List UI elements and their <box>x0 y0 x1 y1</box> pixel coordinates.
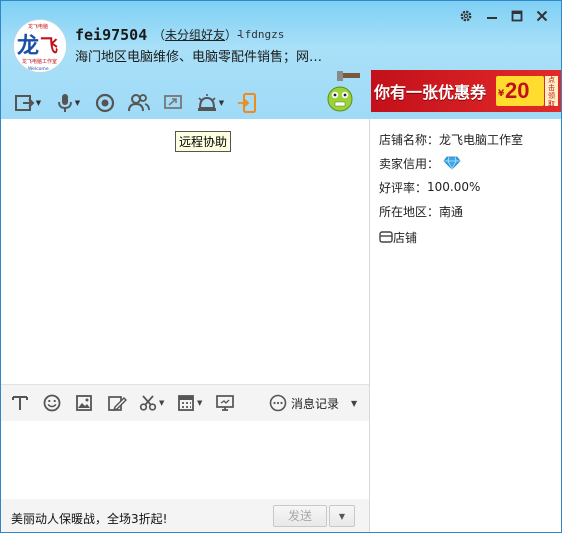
region-value: 南通 <box>439 204 464 219</box>
calculator-button[interactable]: ▼ <box>177 393 202 413</box>
avatar-second-char: 飞 <box>40 36 58 57</box>
seller-credit-row: 卖家信用： <box>379 151 559 175</box>
shop-link[interactable]: 店铺 <box>379 225 559 249</box>
avatar-caption: 龙飞电脑工作室 <box>22 58 57 65</box>
avatar-logo-icon: 龙飞电脑 龙 飞 龙飞电脑工作室 Welcome <box>14 20 66 72</box>
scissors-icon <box>139 395 157 411</box>
close-icon[interactable] <box>533 7 551 25</box>
voice-button[interactable]: ▼ <box>51 91 85 115</box>
shop-info-panel: 店铺名称： 龙飞电脑工作室 卖家信用： 好评率： 100.00% 所在地区： 南通 店… <box>379 127 559 249</box>
chat-bubble-icon <box>269 394 287 412</box>
friend-group: （未分组好友）- <box>153 26 241 43</box>
ad-text: 你有一张优惠券 <box>374 83 487 102</box>
remote-assist-icon <box>197 94 216 111</box>
input-toolbar: ▼ ▼ 消息记录 ▼ <box>1 384 369 421</box>
avatar-main-char: 龙 <box>17 34 39 59</box>
rating-label: 好评率： <box>379 180 428 195</box>
region-row: 所在地区： 南通 <box>379 199 559 223</box>
chat-window: 龙飞电脑 龙 飞 龙飞电脑工作室 Welcome fei97504 （未分组好友… <box>0 0 562 533</box>
file-transfer-icon <box>14 95 35 111</box>
microphone-icon <box>57 94 72 112</box>
edit-button[interactable] <box>107 393 127 413</box>
diamond-icon <box>443 156 461 170</box>
message-area[interactable]: 远程协助 <box>1 119 369 384</box>
screen-share-icon <box>164 95 182 109</box>
rating-row: 好评率： 100.00% <box>379 175 559 199</box>
mobile-transfer-button[interactable] <box>233 91 261 115</box>
emoji-button[interactable] <box>43 393 61 413</box>
message-history-label: 消息记录 <box>291 396 340 411</box>
avatar-small-bottom: Welcome <box>28 66 49 72</box>
status-text: 海门地区电脑维修、电脑零配件销售；网… <box>75 50 323 65</box>
rating-value: 100.00% <box>427 180 481 194</box>
message-input[interactable] <box>1 421 369 499</box>
screen-record-button[interactable] <box>215 393 235 413</box>
remote-assist-button[interactable]: ▼ <box>193 91 227 115</box>
monitor-icon <box>216 395 234 411</box>
minimize-icon[interactable] <box>483 7 501 25</box>
coupon-ticket: ¥ 20 <box>496 76 544 106</box>
coupon-amount: 20 <box>505 78 530 103</box>
coupon-yen: ¥ <box>498 89 505 99</box>
mascot-icon[interactable] <box>326 71 362 113</box>
region-label: 所在地区： <box>379 204 440 219</box>
shop-name-value: 龙飞电脑工作室 <box>439 132 524 147</box>
group-chat-button[interactable] <box>125 91 153 115</box>
camera-icon <box>95 93 115 113</box>
remote-assist-tooltip: 远程协助 <box>175 131 232 152</box>
avatar-small-top: 龙飞电脑 <box>28 23 48 30</box>
send-button[interactable]: 发送 <box>273 505 327 527</box>
video-button[interactable] <box>91 91 119 115</box>
avatar[interactable]: 龙飞电脑 龙 飞 龙飞电脑工作室 Welcome <box>13 19 67 73</box>
image-button[interactable] <box>75 393 93 413</box>
bottom-bar: 美丽动人保暖战，全场3折起! 发送 ▼ <box>1 499 369 532</box>
coupon-ad-banner[interactable]: 你有一张优惠券 ¥ 20 点击领取 <box>371 70 561 112</box>
users-icon <box>128 94 150 112</box>
header: 龙飞电脑 龙 飞 龙飞电脑工作室 Welcome fei97504 （未分组好友… <box>1 1 561 119</box>
calculator-icon <box>178 395 194 411</box>
phone-transfer-icon <box>238 93 256 113</box>
screenshot-button[interactable]: ▼ <box>139 393 164 413</box>
font-icon <box>12 396 28 410</box>
header-toolbar: ▼ ▼ ▼ <box>11 89 267 117</box>
file-transfer-button[interactable]: ▼ <box>11 91 45 115</box>
history-dropdown-icon[interactable]: ▼ <box>351 399 357 408</box>
smiley-icon <box>43 394 61 412</box>
sub-account: lfdngzs <box>238 28 285 41</box>
shop-name-label: 店铺名称： <box>379 132 440 147</box>
send-options-chevron-down-icon[interactable]: ▼ <box>329 505 355 527</box>
store-icon <box>379 231 393 243</box>
edit-icon <box>108 396 127 412</box>
settings-gear-icon[interactable] <box>457 7 475 25</box>
group-open: （ <box>153 28 166 42</box>
panel-divider <box>369 119 370 532</box>
nickname: fei97504 <box>75 26 148 44</box>
screen-share-button[interactable] <box>159 91 187 115</box>
seller-credit-label: 卖家信用： <box>379 156 440 171</box>
maximize-icon[interactable] <box>508 7 526 25</box>
group-link[interactable]: 未分组好友 <box>165 28 225 42</box>
shop-link-label: 店铺 <box>393 230 418 245</box>
font-button[interactable] <box>11 393 29 413</box>
image-icon <box>76 395 92 411</box>
coupon-side-label: 点击领取 <box>545 76 558 108</box>
shop-name-row: 店铺名称： 龙飞电脑工作室 <box>379 127 559 151</box>
message-history-button[interactable]: 消息记录 ▼ <box>269 393 357 413</box>
promo-link[interactable]: 美丽动人保暖战，全场3折起! <box>11 510 167 527</box>
